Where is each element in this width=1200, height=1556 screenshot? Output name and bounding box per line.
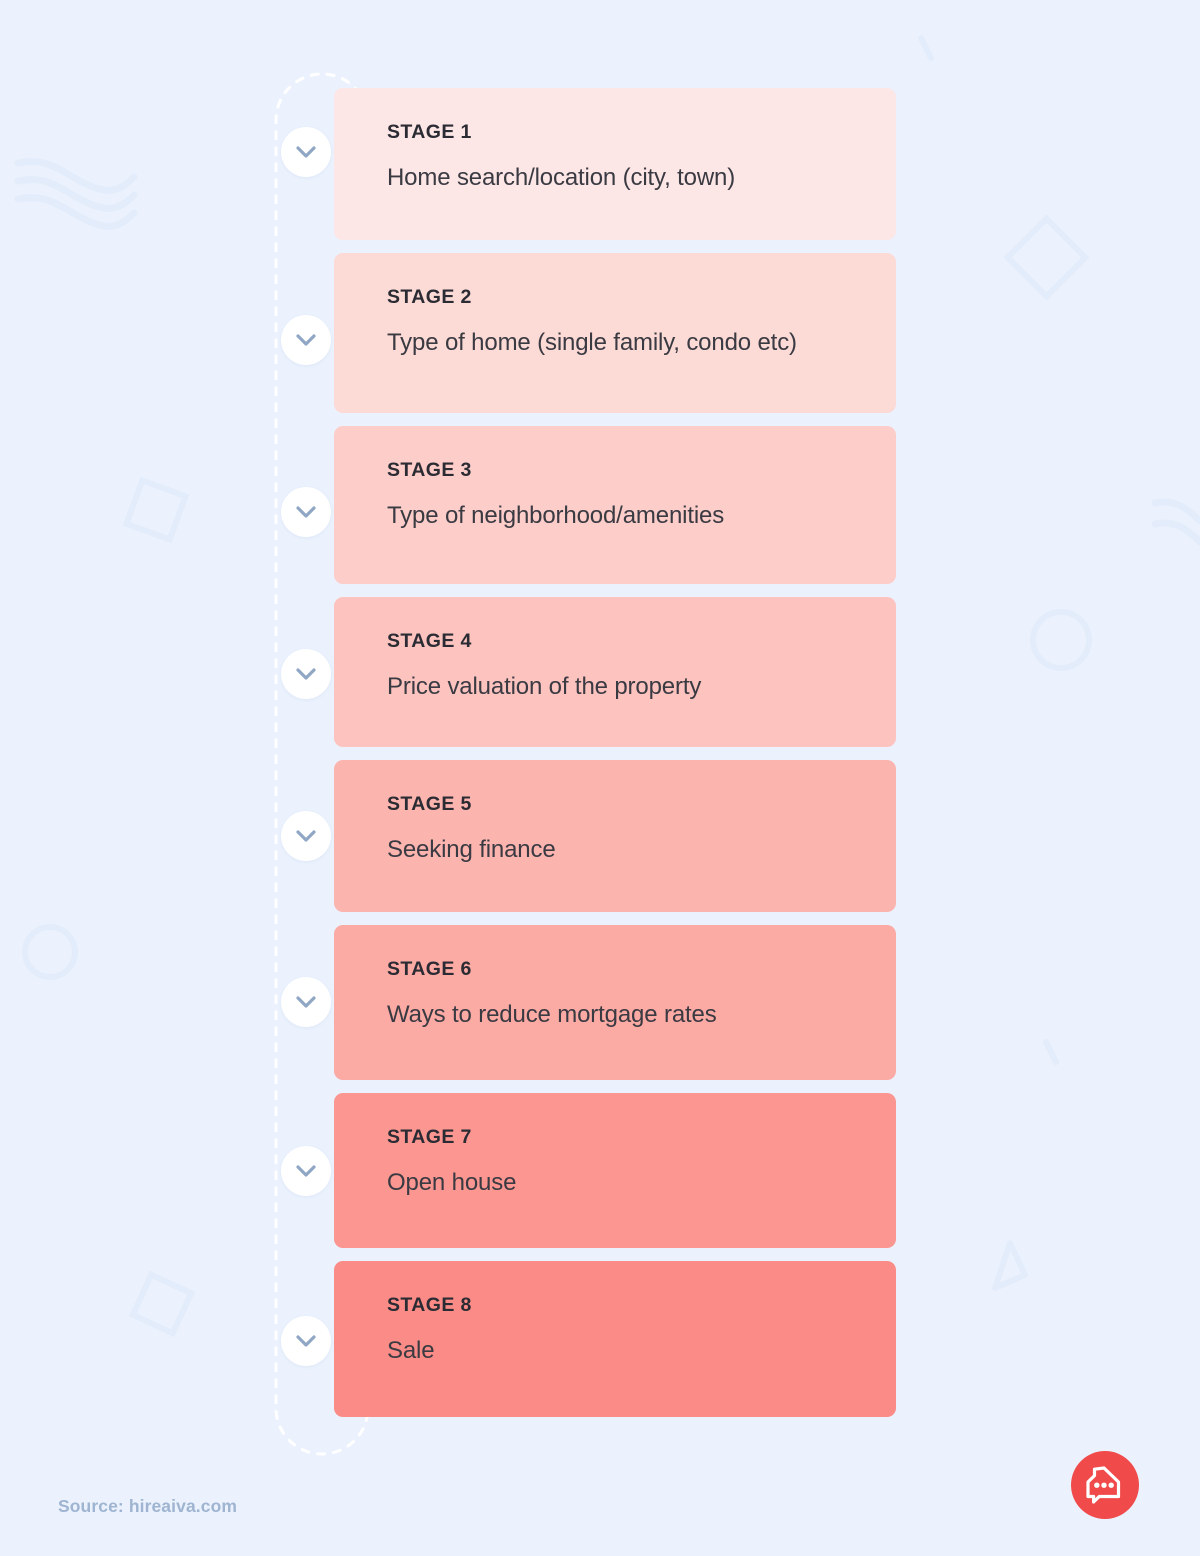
stage-description: Home search/location (city, town) xyxy=(387,164,736,192)
stage-description: Type of home (single family, condo etc) xyxy=(387,329,797,357)
wave-decoration xyxy=(14,158,138,194)
stage-card-2[interactable]: STAGE 2 Type of home (single family, con… xyxy=(334,253,896,413)
tick-decoration xyxy=(918,35,934,61)
stage-description: Type of neighborhood/amenities xyxy=(387,502,725,530)
stage-row: STAGE 1 Home search/location (city, town… xyxy=(281,88,896,240)
stage-row: STAGE 7 Open house xyxy=(281,1093,896,1248)
wave-decoration xyxy=(14,194,138,230)
chevron-down-icon xyxy=(296,1334,316,1348)
stage-card-7[interactable]: STAGE 7 Open house xyxy=(334,1093,896,1248)
chevron-down-icon xyxy=(296,333,316,347)
stage-row: STAGE 8 Sale xyxy=(281,1261,896,1417)
stage-description: Open house xyxy=(387,1169,517,1197)
chevron-down-button-7[interactable] xyxy=(281,1146,331,1196)
stage-label: STAGE 1 xyxy=(387,121,472,143)
stage-card-8[interactable]: STAGE 8 Sale xyxy=(334,1261,896,1417)
stage-row: STAGE 6 Ways to reduce mortgage rates xyxy=(281,925,896,1080)
chevron-down-button-2[interactable] xyxy=(281,315,331,365)
chevron-down-button-8[interactable] xyxy=(281,1316,331,1366)
chevron-down-icon xyxy=(296,145,316,159)
stage-description: Price valuation of the property xyxy=(387,673,702,701)
stage-description: Seeking finance xyxy=(387,836,556,864)
tick-decoration xyxy=(1043,1039,1059,1065)
stage-row: STAGE 3 Type of neighborhood/amenities xyxy=(281,426,896,584)
wave-decoration xyxy=(1151,519,1200,546)
wave-decoration xyxy=(14,176,138,212)
stage-label: STAGE 7 xyxy=(387,1126,472,1148)
brand-logo-badge[interactable] xyxy=(1071,1451,1139,1519)
square-decoration xyxy=(128,1270,196,1338)
square-decoration xyxy=(122,476,190,544)
stage-description: Sale xyxy=(387,1337,435,1365)
stage-label: STAGE 2 xyxy=(387,286,472,308)
stage-label: STAGE 8 xyxy=(387,1294,472,1316)
chevron-down-button-5[interactable] xyxy=(281,811,331,861)
stage-card-5[interactable]: STAGE 5 Seeking finance xyxy=(334,760,896,912)
stage-label: STAGE 3 xyxy=(387,459,472,481)
chevron-down-button-1[interactable] xyxy=(281,127,331,177)
diamond-decoration xyxy=(1003,214,1090,301)
house-chat-bubble-icon xyxy=(1085,1466,1125,1504)
chevron-down-icon xyxy=(296,505,316,519)
chevron-down-button-4[interactable] xyxy=(281,649,331,699)
triangle-decoration xyxy=(992,1240,1028,1291)
chevron-down-icon xyxy=(296,1164,316,1178)
chevron-down-icon xyxy=(296,667,316,681)
chevron-down-button-3[interactable] xyxy=(281,487,331,537)
wave-decoration xyxy=(1151,498,1200,525)
source-caption: Source: hireaiva.com xyxy=(58,1496,238,1516)
stage-list: STAGE 1 Home search/location (city, town… xyxy=(281,88,896,1417)
chevron-down-icon xyxy=(296,995,316,1009)
chevron-down-icon xyxy=(296,829,316,843)
stage-label: STAGE 4 xyxy=(387,630,472,652)
stage-row: STAGE 4 Price valuation of the property xyxy=(281,597,896,747)
stage-card-4[interactable]: STAGE 4 Price valuation of the property xyxy=(334,597,896,747)
stage-card-3[interactable]: STAGE 3 Type of neighborhood/amenities xyxy=(334,426,896,584)
stage-card-1[interactable]: STAGE 1 Home search/location (city, town… xyxy=(334,88,896,240)
circle-decoration xyxy=(1030,609,1092,671)
chevron-down-button-6[interactable] xyxy=(281,977,331,1027)
stage-label: STAGE 5 xyxy=(387,793,472,815)
stage-card-6[interactable]: STAGE 6 Ways to reduce mortgage rates xyxy=(334,925,896,1080)
circle-decoration xyxy=(22,924,78,980)
stage-row: STAGE 5 Seeking finance xyxy=(281,760,896,912)
stage-row: STAGE 2 Type of home (single family, con… xyxy=(281,253,896,413)
stage-description: Ways to reduce mortgage rates xyxy=(387,1001,717,1029)
stage-label: STAGE 6 xyxy=(387,958,472,980)
